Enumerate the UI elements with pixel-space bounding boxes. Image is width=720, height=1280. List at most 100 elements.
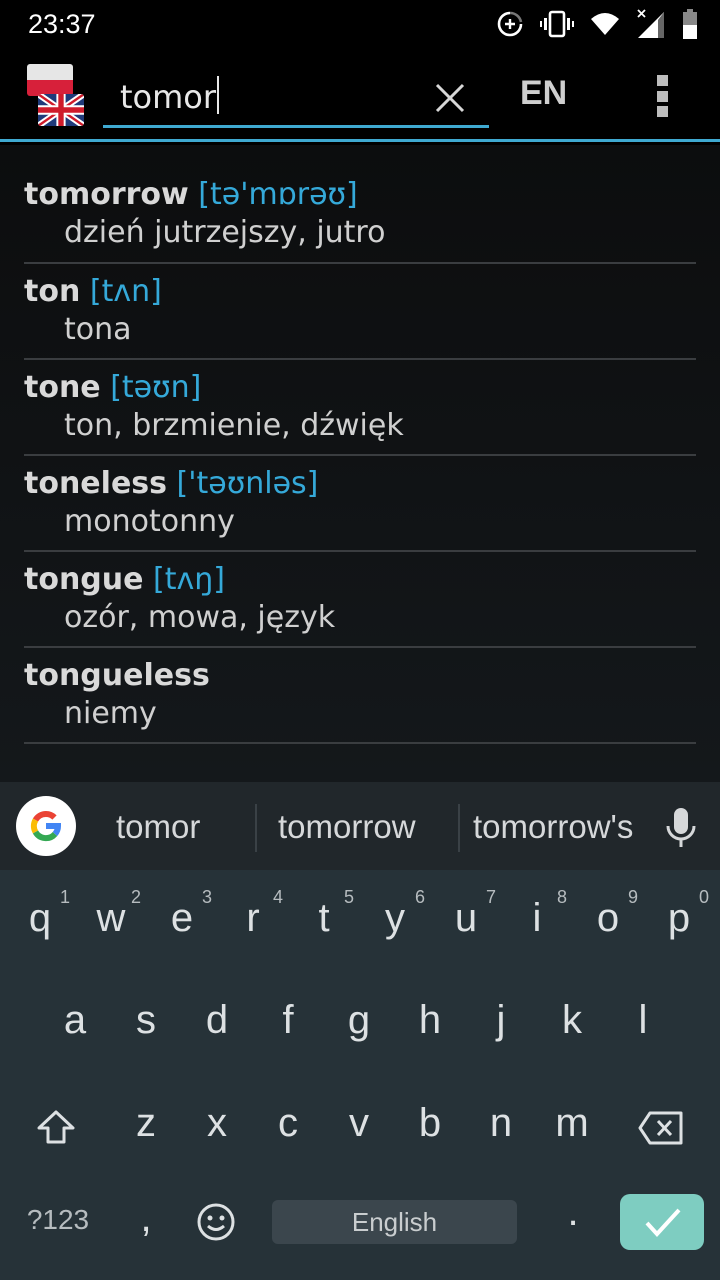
- key-e[interactable]: e3: [146, 870, 218, 970]
- key-v[interactable]: v: [323, 1075, 395, 1175]
- key-m[interactable]: m: [536, 1075, 608, 1175]
- result-phonetic: [tʌn]: [89, 274, 162, 309]
- result-word: toneless: [24, 466, 167, 501]
- close-icon: [435, 83, 465, 113]
- emoji-key[interactable]: [180, 1180, 252, 1280]
- space-key[interactable]: English: [272, 1200, 517, 1244]
- key-f[interactable]: f: [252, 972, 324, 1072]
- key-label: g: [347, 998, 371, 1042]
- suggestion-1[interactable]: tomor: [116, 808, 200, 846]
- language-direction-toggle[interactable]: [27, 64, 87, 130]
- key-k[interactable]: k: [536, 972, 608, 1072]
- key-label: s: [136, 998, 156, 1042]
- result-item[interactable]: tone [təʊn] ton, brzmienie, dźwięk: [24, 360, 696, 456]
- result-translation: ton, brzmienie, dźwięk: [64, 408, 404, 443]
- key-a[interactable]: a: [39, 972, 111, 1072]
- comma-key[interactable]: ,: [110, 1180, 182, 1280]
- results-list[interactable]: tomorrow [tə'mɒrəʊ] dzień jutrzejszy, jut…: [0, 145, 720, 782]
- key-j[interactable]: j: [465, 972, 537, 1072]
- vibrate-icon: [540, 10, 574, 38]
- key-y[interactable]: y6: [359, 870, 431, 970]
- text-caret: [217, 76, 220, 114]
- key-h[interactable]: h: [394, 972, 466, 1072]
- key-c[interactable]: c: [252, 1075, 324, 1175]
- clear-search-button[interactable]: [432, 80, 468, 116]
- result-word: tongueless: [24, 658, 210, 693]
- backspace-key[interactable]: [622, 1075, 702, 1175]
- key-label: k: [562, 998, 582, 1042]
- result-headline: tongue [tʌŋ]: [24, 562, 225, 597]
- status-icons: [496, 8, 698, 40]
- result-item[interactable]: toneless ['təʊnləs] monotonny: [24, 456, 696, 552]
- key-r[interactable]: r4: [217, 870, 289, 970]
- key-z[interactable]: z: [110, 1075, 182, 1175]
- key-g[interactable]: g: [323, 972, 395, 1072]
- result-item-partial[interactable]: [24, 744, 696, 782]
- key-t[interactable]: t5: [288, 870, 360, 970]
- result-word: tomorrow: [24, 177, 189, 212]
- result-phonetic: [tʌŋ]: [153, 562, 225, 597]
- key-label: a: [63, 998, 87, 1042]
- key-s[interactable]: s: [110, 972, 182, 1072]
- key-d[interactable]: d: [181, 972, 253, 1072]
- shift-icon: [37, 1110, 75, 1144]
- enter-key[interactable]: [620, 1194, 704, 1250]
- key-label: z: [136, 1101, 156, 1145]
- emoji-icon: [197, 1203, 235, 1241]
- status-time: 23:37: [28, 9, 96, 39]
- key-b[interactable]: b: [394, 1075, 466, 1175]
- result-word: tone: [24, 370, 101, 405]
- key-label: v: [349, 1101, 369, 1145]
- status-bar: 23:37: [0, 0, 720, 48]
- result-item[interactable]: tongueless niemy: [24, 648, 696, 744]
- result-item[interactable]: ton [tʌn] tona: [24, 264, 696, 360]
- suggestion-3[interactable]: tomorrow's: [473, 808, 633, 846]
- data-saver-icon: [497, 11, 523, 37]
- checkmark-icon: [645, 1208, 681, 1237]
- key-u[interactable]: u7: [430, 870, 502, 970]
- key-l[interactable]: l: [607, 972, 679, 1072]
- suggestion-divider: [458, 804, 460, 852]
- result-item[interactable]: tongue [tʌŋ] ozór, mowa, język: [24, 552, 696, 648]
- language-button[interactable]: EN: [520, 74, 567, 113]
- key-q[interactable]: q1: [4, 870, 76, 970]
- suggestion-2[interactable]: tomorrow: [278, 808, 416, 846]
- key-hint-number: 3: [201, 887, 212, 907]
- result-translation: ozór, mowa, język: [64, 600, 336, 635]
- more-vert-icon[interactable]: [657, 75, 669, 117]
- key-x[interactable]: x: [181, 1075, 253, 1175]
- key-hint-number: 7: [485, 887, 496, 907]
- uk-flag-icon: [38, 94, 84, 126]
- key-hint-number: 5: [343, 887, 354, 907]
- result-headline: tomorrow [tə'mɒrəʊ]: [24, 177, 358, 212]
- key-hint-number: 0: [698, 887, 709, 907]
- key-hint-number: 9: [627, 887, 638, 907]
- result-item[interactable]: tomorrow [tə'mɒrəʊ] dzień jutrzejszy, jut…: [24, 167, 696, 264]
- result-translation: niemy: [64, 696, 157, 731]
- result-headline: ton [tʌn]: [24, 274, 162, 309]
- result-word: ton: [24, 274, 81, 309]
- symbols-key[interactable]: ?123: [20, 1180, 96, 1280]
- result-headline: toneless ['təʊnləs]: [24, 466, 318, 501]
- result-translation: tona: [64, 312, 132, 347]
- shift-key[interactable]: [20, 1075, 92, 1175]
- period-key[interactable]: .: [537, 1180, 609, 1280]
- google-logo-icon[interactable]: [16, 796, 76, 856]
- key-hint-number: 6: [414, 887, 425, 907]
- wifi-icon: [591, 13, 619, 35]
- result-phonetic: ['təʊnləs]: [176, 466, 319, 501]
- key-o[interactable]: o9: [572, 870, 644, 970]
- key-n[interactable]: n: [465, 1075, 537, 1175]
- key-label: x: [207, 1101, 227, 1145]
- search-input[interactable]: tomor: [120, 76, 220, 116]
- battery-icon: [683, 9, 697, 39]
- key-p[interactable]: p0: [643, 870, 715, 970]
- key-i[interactable]: i8: [501, 870, 573, 970]
- key-hint-number: 1: [59, 887, 70, 907]
- key-hint-number: 4: [272, 887, 283, 907]
- voice-input-button[interactable]: [664, 808, 698, 852]
- key-label: j: [496, 998, 506, 1042]
- key-label: h: [418, 998, 442, 1042]
- key-w[interactable]: w2: [75, 870, 147, 970]
- result-phonetic: [tə'mɒrəʊ]: [198, 177, 358, 212]
